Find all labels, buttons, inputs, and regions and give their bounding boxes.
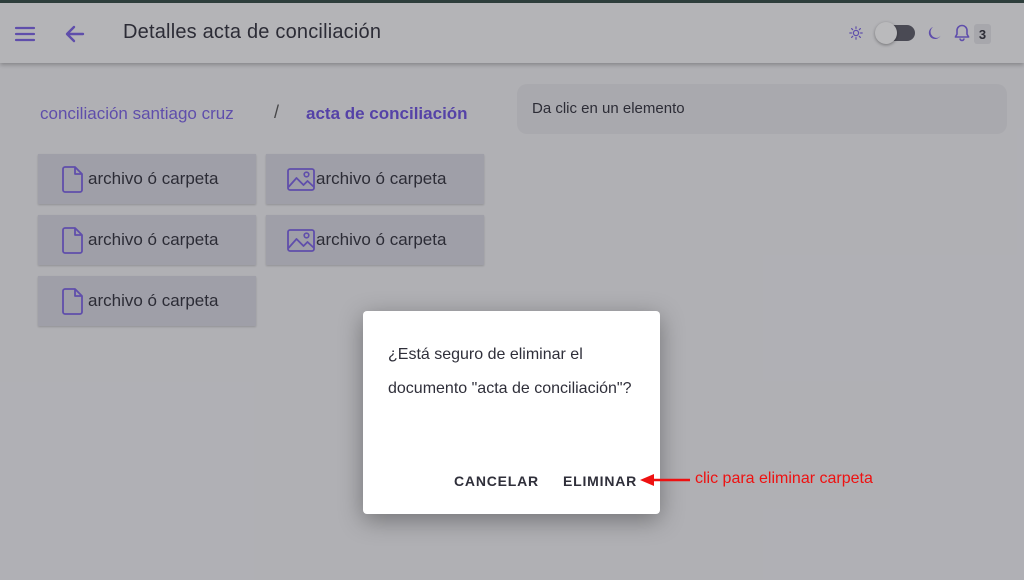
confirm-delete-dialog: ¿Está seguro de eliminar el documento "a… [363,311,660,514]
annotation-label: clic para eliminar carpeta [695,470,873,487]
dialog-message: ¿Está seguro de eliminar el documento "a… [388,346,632,397]
cancel-button[interactable]: CANCELAR [454,473,539,489]
annotation-arrow-icon [640,474,690,486]
delete-button[interactable]: ELIMINAR [563,473,637,489]
